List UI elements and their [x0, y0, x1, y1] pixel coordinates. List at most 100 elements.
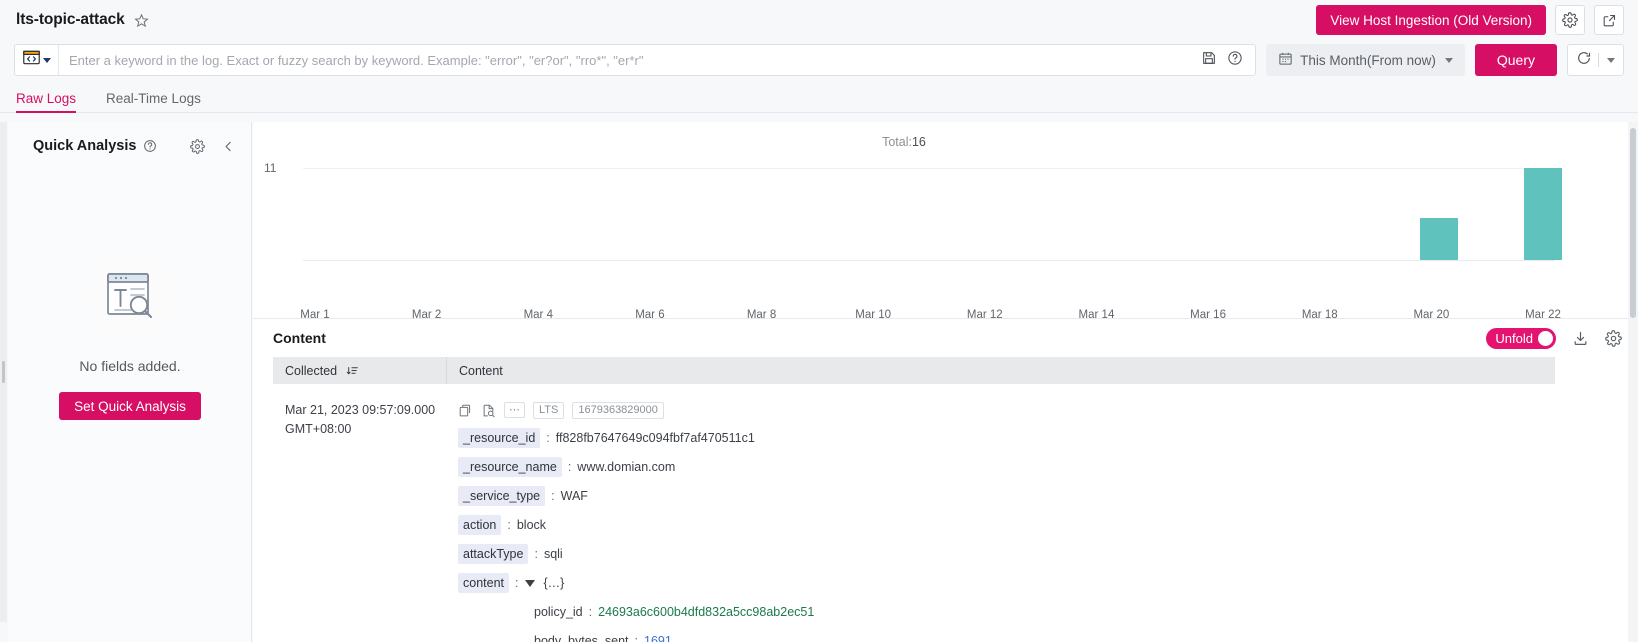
chart-total-label: Total:16 — [253, 135, 1555, 149]
colon: : — [546, 431, 550, 445]
text-search-document-icon — [86, 252, 174, 340]
nested-field-value: 24693a6c600b4dfd832a5cc98ab2ec51 — [598, 605, 815, 619]
chevron-down-icon — [1444, 57, 1453, 63]
field-value: www.domian.com — [577, 460, 676, 474]
main-content: Total:16 11 Mar 10:0Mar 28:0Mar 48:0Mar … — [253, 122, 1638, 642]
chevron-left-icon[interactable] — [222, 140, 235, 153]
column-label: Collected — [285, 363, 338, 378]
code-window-icon — [22, 50, 40, 70]
content-header: Content Unfold — [253, 319, 1638, 357]
field-value: {…} — [543, 576, 565, 590]
app-root: lts-topic-attack View Host Ingestion (Ol… — [0, 0, 1638, 642]
favorite-star-icon[interactable] — [133, 13, 149, 28]
colon: : — [634, 634, 638, 642]
column-header-collected: Collected — [273, 357, 446, 384]
collected-timezone: GMT+08:00 — [285, 422, 352, 436]
quick-analysis-title: Quick Analysis — [33, 138, 137, 154]
divider — [1598, 53, 1599, 67]
caret-down-icon[interactable] — [524, 579, 535, 587]
log-content-section: Content Unfold Collected Content Mar 21,… — [253, 318, 1638, 642]
log-field: _resource_id : ff828fb7647649c094fbf7af4… — [458, 428, 1555, 448]
refresh-control[interactable] — [1567, 44, 1624, 76]
sort-desc-icon[interactable] — [346, 364, 359, 377]
nested-field-value: 1691 — [644, 634, 672, 642]
bars-layer — [303, 156, 1562, 260]
gear-icon[interactable] — [1555, 5, 1585, 35]
copy-icon[interactable] — [458, 403, 473, 418]
colon: : — [515, 576, 519, 590]
document-search-icon[interactable] — [481, 403, 496, 418]
search-row: This Month(From now) Query — [0, 44, 1638, 76]
field-key[interactable]: action — [458, 515, 502, 535]
page-title: lts-topic-attack — [16, 11, 125, 28]
content-header-actions: Unfold — [1486, 327, 1622, 349]
view-host-ingestion-button[interactable]: View Host Ingestion (Old Version) — [1316, 5, 1546, 35]
total-prefix: Total: — [882, 135, 912, 149]
save-icon[interactable] — [1201, 50, 1217, 71]
log-field: _resource_name : www.domian.com — [458, 457, 1555, 477]
chevron-down-icon — [42, 57, 51, 63]
field-value: WAF — [560, 489, 588, 503]
log-field: _service_type : WAF — [458, 486, 1555, 506]
colon: : — [567, 460, 572, 474]
log-nested-field: policy_id : 24693a6c600b4dfd832a5cc98ab2… — [534, 602, 1555, 622]
colon: : — [534, 547, 538, 561]
search-box — [14, 44, 1257, 76]
timestamp-chip: 1679363829000 — [572, 401, 664, 419]
unfold-toggle-label: Unfold — [1495, 330, 1533, 346]
column-header-content: Content — [446, 357, 1555, 384]
quick-analysis-panel: Quick Analysis No fields added. Set Quic… — [8, 122, 252, 642]
empty-state-text: No fields added. — [79, 358, 181, 374]
more-options-button[interactable]: ⋯ — [504, 402, 525, 418]
download-icon[interactable] — [1572, 330, 1589, 347]
external-link-icon[interactable] — [1594, 5, 1624, 35]
cell-log-content: ⋯ LTS 1679363829000 _resource_id : ff828… — [446, 401, 1555, 642]
histogram-chart: Total:16 11 Mar 10:0Mar 28:0Mar 48:0Mar … — [253, 122, 1562, 336]
tab-real-time-logs[interactable]: Real-Time Logs — [106, 91, 201, 112]
chart-bar[interactable] — [1524, 168, 1562, 260]
tab-raw-logs[interactable]: Raw Logs — [16, 91, 77, 113]
quick-analysis-empty-state: No fields added. Set Quick Analysis — [8, 252, 252, 420]
gear-icon[interactable] — [1605, 329, 1622, 347]
time-range-label: This Month(From now) — [1300, 52, 1436, 68]
table-row: Mar 21, 2023 09:57:09.000 GMT+08:00 ⋯ LT… — [273, 384, 1555, 642]
log-nested-field: body_bytes_sent : 1691 — [534, 631, 1555, 642]
tab-bar: Raw Logs Real-Time Logs — [0, 82, 1638, 113]
search-box-icons — [1189, 50, 1255, 71]
set-quick-analysis-button[interactable]: Set Quick Analysis — [59, 392, 201, 420]
unfold-toggle[interactable]: Unfold — [1486, 327, 1556, 349]
chart-bar[interactable] — [1419, 218, 1458, 260]
calendar-icon — [1278, 51, 1293, 69]
query-button[interactable]: Query — [1474, 44, 1557, 76]
refresh-icon[interactable] — [1576, 50, 1592, 71]
x-axis-line — [303, 260, 1555, 261]
chevron-down-icon[interactable] — [1607, 57, 1615, 63]
search-type-dropdown[interactable] — [15, 45, 59, 75]
gear-icon[interactable] — [190, 138, 205, 154]
field-key[interactable]: attackType — [458, 544, 529, 564]
search-input[interactable] — [59, 45, 1190, 75]
header-actions: View Host Ingestion (Old Version) — [1316, 5, 1638, 35]
scrollbar-thumb[interactable] — [1630, 128, 1636, 318]
quick-analysis-actions — [190, 138, 235, 154]
log-field: action : block — [458, 515, 1555, 535]
page-header: lts-topic-attack View Host Ingestion (Ol… — [0, 0, 1638, 40]
log-table-header: Collected Content — [273, 357, 1555, 384]
column-label: Content — [459, 363, 503, 378]
vertical-scrollbar[interactable] — [1628, 122, 1638, 642]
sidebar-collapse-handle[interactable] — [0, 122, 7, 622]
field-key[interactable]: _resource_id — [458, 428, 541, 448]
content-heading: Content — [273, 330, 326, 346]
field-key[interactable]: content — [458, 573, 510, 593]
colon: : — [588, 605, 593, 619]
field-key[interactable]: _resource_name — [458, 457, 562, 477]
field-value: sqli — [543, 547, 563, 561]
cell-collected-time: Mar 21, 2023 09:57:09.000 GMT+08:00 — [273, 401, 446, 642]
field-value: ff828fb7647649c094fbf7af470511c1 — [555, 431, 755, 445]
question-circle-icon[interactable] — [1227, 50, 1243, 71]
question-circle-icon[interactable] — [143, 139, 157, 153]
field-key[interactable]: _service_type — [458, 486, 546, 506]
time-range-picker[interactable]: This Month(From now) — [1266, 44, 1465, 76]
grip-icon — [2, 361, 5, 383]
quick-analysis-header: Quick Analysis — [8, 122, 251, 154]
